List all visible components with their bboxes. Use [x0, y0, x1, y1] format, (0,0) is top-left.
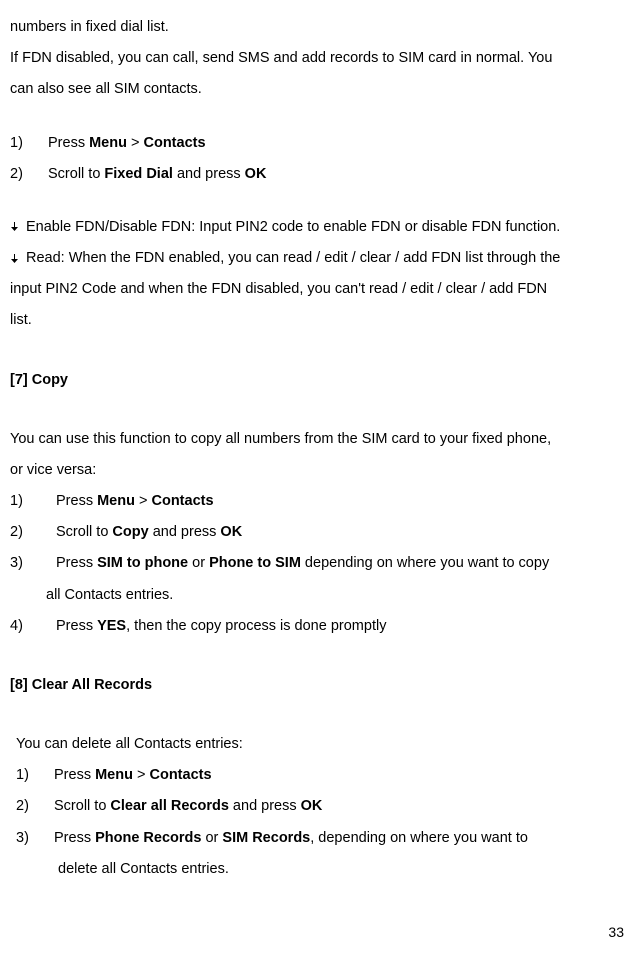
text: or: [188, 555, 209, 571]
text: depending on where you want to copy: [301, 555, 549, 571]
list-text: Press Menu > Contacts: [48, 128, 626, 159]
spacer: [10, 580, 46, 611]
menu-name: Menu: [95, 767, 133, 783]
list-text: Press SIM to phone or Phone to SIM depen…: [56, 548, 626, 579]
bullet-continuation: list.: [10, 305, 626, 336]
body-text: You can use this function to copy all nu…: [10, 424, 626, 455]
bullet-item: Enable FDN/Disable FDN: Input PIN2 code …: [10, 212, 626, 243]
list-number: 1): [10, 128, 48, 159]
body-text: numbers in fixed dial list.: [10, 12, 626, 43]
bullet-text: Enable FDN/Disable FDN: Input PIN2 code …: [26, 212, 626, 243]
ordered-list: 1) Press Menu > Contacts 2) Scroll to Cl…: [16, 760, 626, 885]
list-text: Scroll to Fixed Dial and press OK: [48, 159, 626, 190]
list-number: 2): [10, 159, 48, 190]
menu-name: Menu: [89, 135, 127, 151]
arrow-bullet-icon: [10, 243, 26, 274]
text: Press: [54, 830, 95, 846]
ordered-list: 1) Press Menu > Contacts 2) Scroll to Fi…: [10, 128, 626, 190]
list-number: 3): [10, 548, 56, 579]
heading-text: [8] Clear All Records: [10, 677, 152, 693]
key-name: OK: [220, 524, 242, 540]
section-heading: [8] Clear All Records: [10, 670, 626, 701]
arrow-bullet-icon: [10, 212, 26, 243]
text: Press: [54, 767, 95, 783]
list-text: Press Menu > Contacts: [56, 486, 626, 517]
menu-name: Contacts: [149, 767, 211, 783]
text: or: [201, 830, 222, 846]
list-item: 3) Press SIM to phone or Phone to SIM de…: [10, 548, 626, 579]
heading-text: [7] Copy: [10, 372, 68, 388]
list-text: Press Menu > Contacts: [54, 760, 626, 791]
text: Scroll to: [48, 166, 104, 182]
list-number: 4): [10, 611, 56, 642]
list-number: 1): [10, 486, 56, 517]
list-item: 2) Scroll to Fixed Dial and press OK: [10, 159, 626, 190]
page-number: 33: [608, 917, 624, 947]
text: >: [135, 493, 152, 509]
key-name: OK: [245, 166, 267, 182]
menu-name: SIM Records: [222, 830, 310, 846]
list-number: 3): [16, 823, 54, 854]
text: Scroll to: [54, 798, 110, 814]
key-name: OK: [301, 798, 323, 814]
text: Scroll to: [56, 524, 112, 540]
menu-name: SIM to phone: [97, 555, 188, 571]
text: Press: [56, 493, 97, 509]
list-text: Press YES, then the copy process is done…: [56, 611, 626, 642]
menu-name: Phone Records: [95, 830, 201, 846]
menu-name: Contacts: [143, 135, 205, 151]
section-heading: [7] Copy: [10, 365, 626, 396]
body-text: or vice versa:: [10, 455, 626, 486]
menu-name: Phone to SIM: [209, 555, 301, 571]
menu-name: Clear all Records: [110, 798, 228, 814]
list-text: delete all Contacts entries.: [58, 854, 626, 885]
body-text: You can delete all Contacts entries:: [16, 729, 626, 760]
list-item: 2) Scroll to Clear all Records and press…: [16, 791, 626, 822]
menu-name: Copy: [112, 524, 148, 540]
list-item-continuation: delete all Contacts entries.: [16, 854, 626, 885]
list-text: Scroll to Copy and press OK: [56, 517, 626, 548]
text: , then the copy process is done promptly: [126, 618, 386, 634]
list-item: 1) Press Menu > Contacts: [16, 760, 626, 791]
menu-name: Contacts: [151, 493, 213, 509]
text: , depending on where you want to: [310, 830, 528, 846]
body-text: can also see all SIM contacts.: [10, 74, 626, 105]
text: Press: [56, 555, 97, 571]
bullet-text: Read: When the FDN enabled, you can read…: [26, 243, 626, 274]
key-name: YES: [97, 618, 126, 634]
text: >: [133, 767, 150, 783]
list-item: 1) Press Menu > Contacts: [10, 128, 626, 159]
menu-name: Menu: [97, 493, 135, 509]
list-item: 3) Press Phone Records or SIM Records, d…: [16, 823, 626, 854]
text: and press: [173, 166, 245, 182]
list-number: 2): [10, 517, 56, 548]
body-text: If FDN disabled, you can call, send SMS …: [10, 43, 626, 74]
text: Press: [48, 135, 89, 151]
bullet-continuation: input PIN2 Code and when the FDN disable…: [10, 274, 626, 305]
text: >: [127, 135, 144, 151]
list-text: Press Phone Records or SIM Records, depe…: [54, 823, 626, 854]
bullet-item: Read: When the FDN enabled, you can read…: [10, 243, 626, 274]
text: Press: [56, 618, 97, 634]
list-text: all Contacts entries.: [46, 580, 626, 611]
list-number: 2): [16, 791, 54, 822]
list-item: 4) Press YES, then the copy process is d…: [10, 611, 626, 642]
ordered-list: 1) Press Menu > Contacts 2) Scroll to Co…: [10, 486, 626, 642]
menu-name: Fixed Dial: [104, 166, 173, 182]
text: and press: [229, 798, 301, 814]
list-item: 1) Press Menu > Contacts: [10, 486, 626, 517]
spacer: [16, 854, 58, 885]
list-text: Scroll to Clear all Records and press OK: [54, 791, 626, 822]
list-item-continuation: all Contacts entries.: [10, 580, 626, 611]
list-number: 1): [16, 760, 54, 791]
list-item: 2) Scroll to Copy and press OK: [10, 517, 626, 548]
text: and press: [149, 524, 221, 540]
